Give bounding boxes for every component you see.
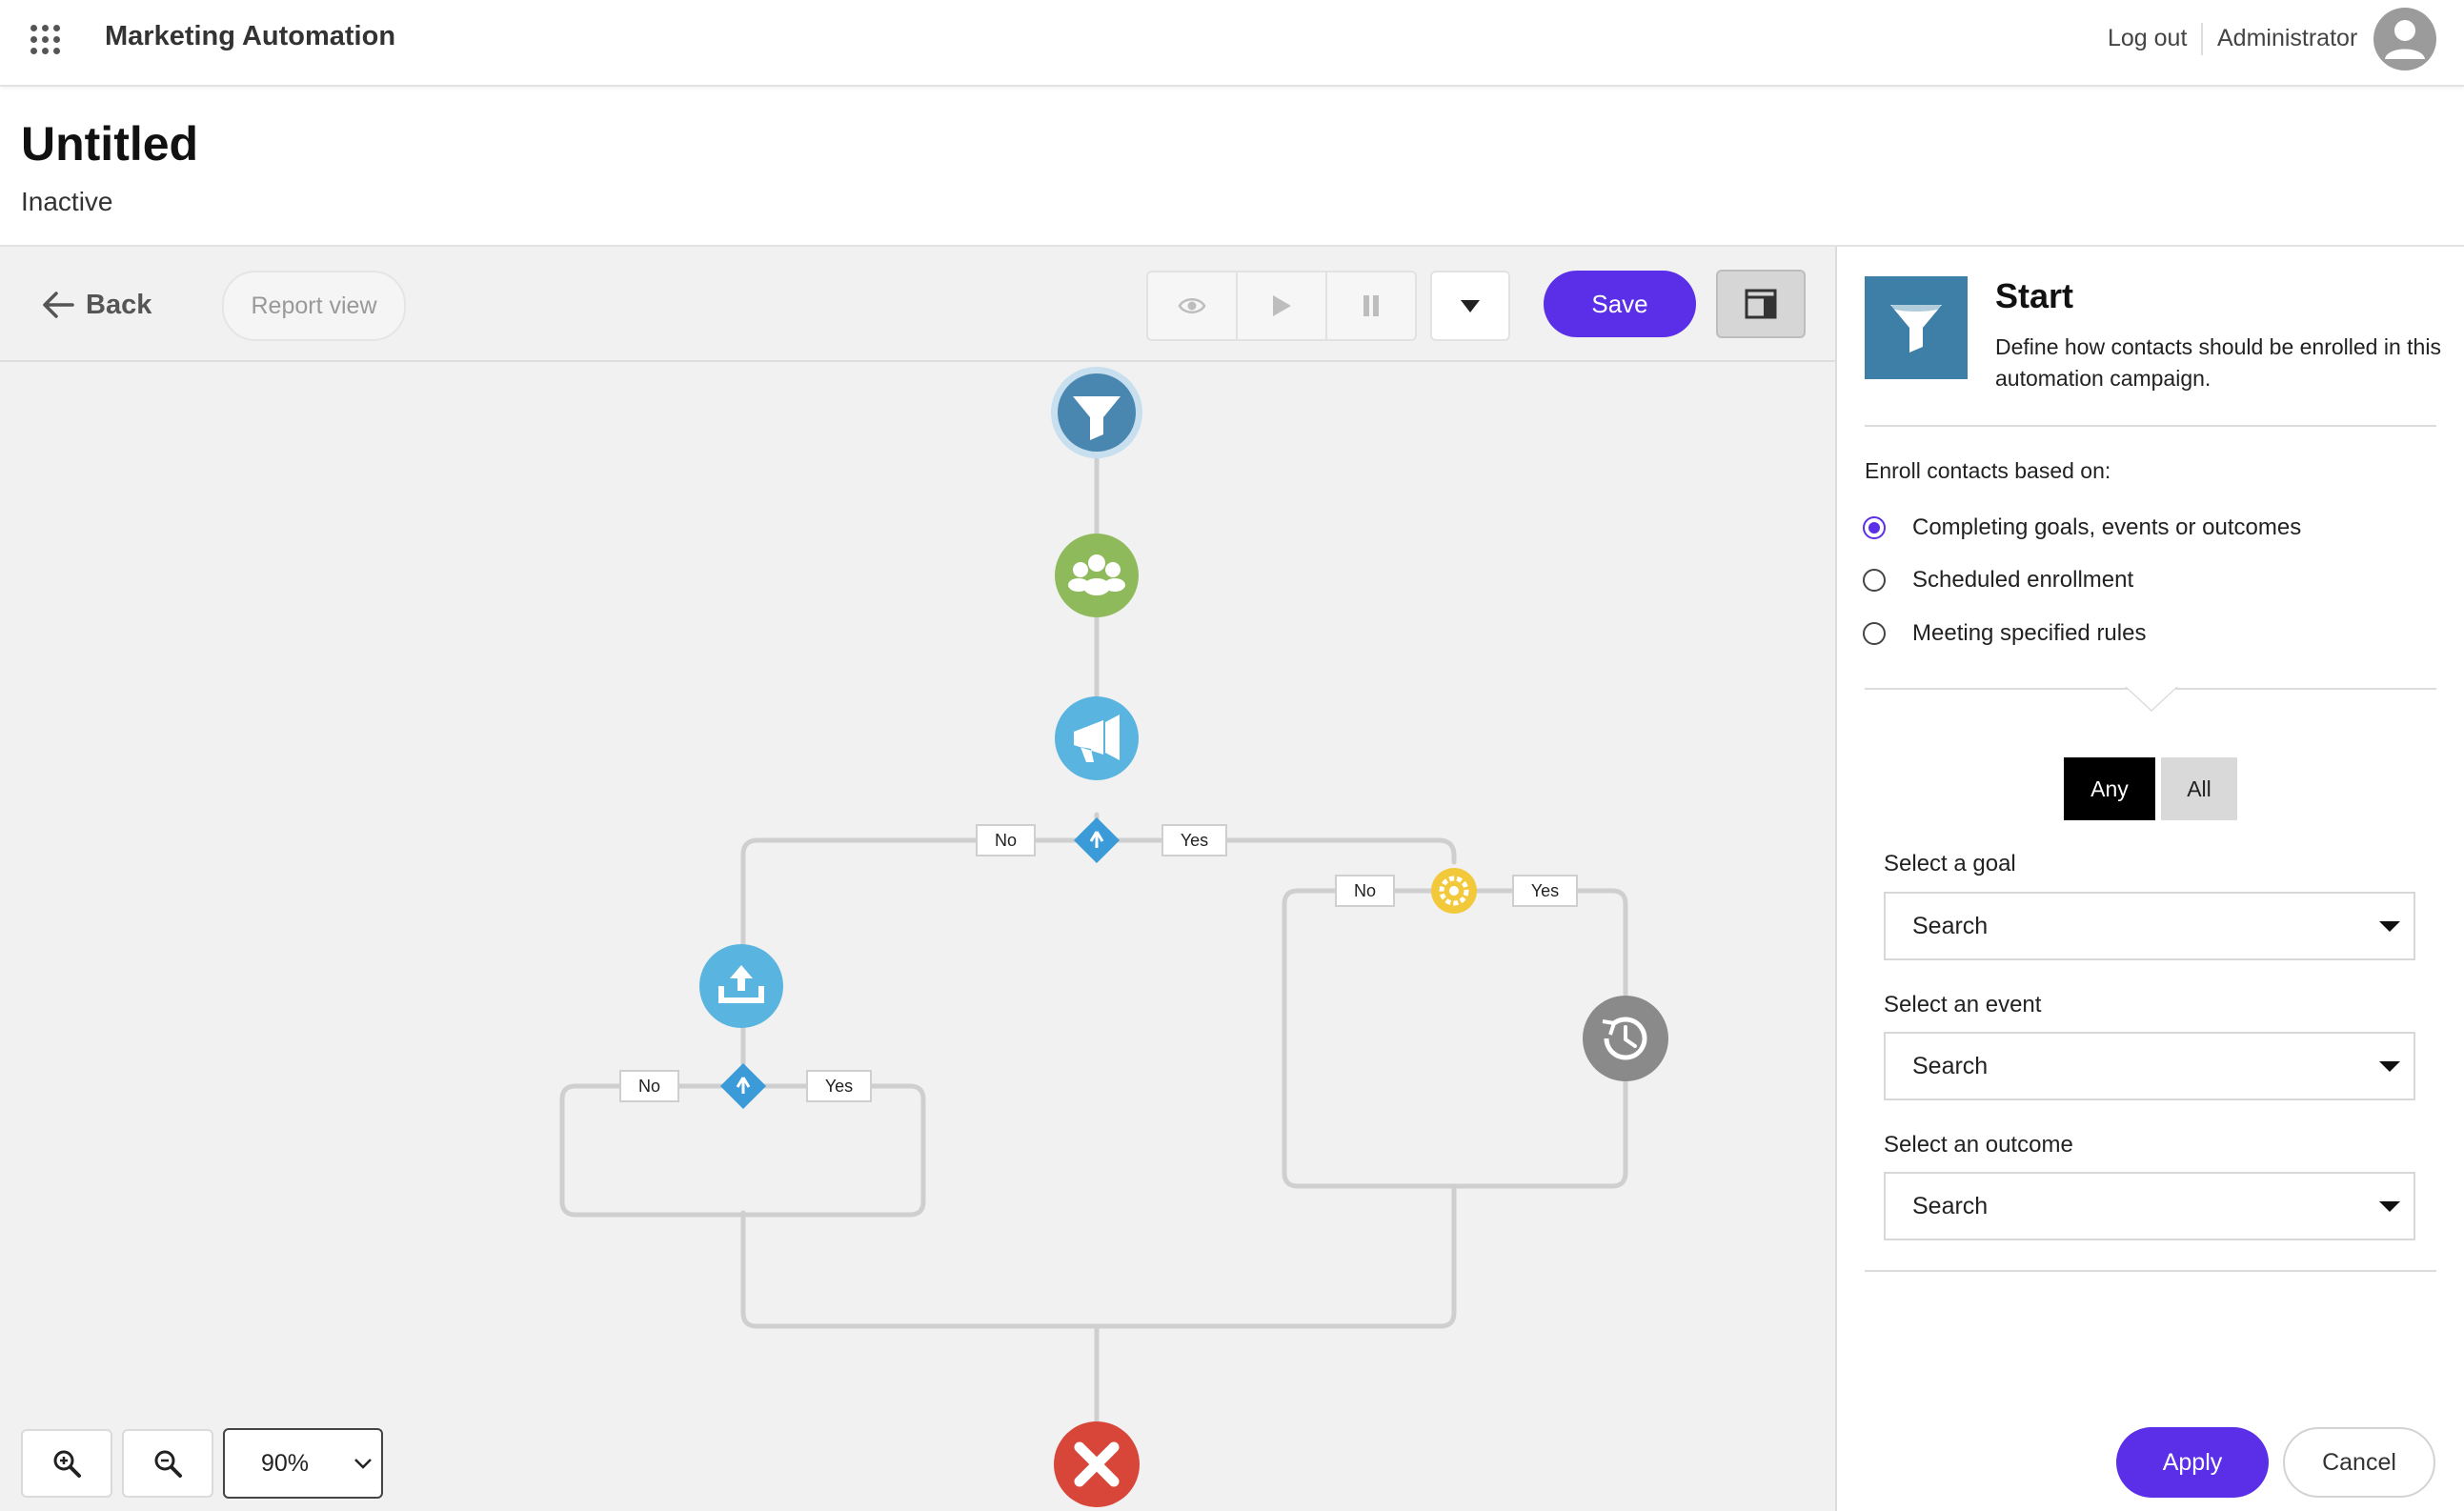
panel-description: Define how contacts should be enrolled i… <box>1995 334 2441 391</box>
back-button[interactable]: Back <box>42 286 151 324</box>
event-select-value: Search <box>1912 1052 1989 1079</box>
decision-1-yes-label[interactable]: Yes <box>1161 824 1227 856</box>
radio-scheduled-enrollment[interactable]: Scheduled enrollment <box>1863 564 2133 596</box>
zoom-level-select[interactable]: 90% <box>223 1428 383 1499</box>
top-bar: Marketing Automation Log out Administrat… <box>0 0 2464 87</box>
caret-down-icon <box>2379 1061 2400 1072</box>
zoom-in-button[interactable] <box>21 1429 112 1498</box>
toggle-all-button[interactable]: All <box>2161 757 2237 820</box>
panel-divider <box>1865 1270 2436 1272</box>
decision-1-no-label[interactable]: No <box>976 824 1036 856</box>
play-icon <box>1273 295 1291 316</box>
radio-label: Meeting specified rules <box>1912 620 2147 646</box>
panel-divider <box>1865 425 2436 427</box>
avatar[interactable] <box>2373 8 2436 71</box>
outcome-select-value: Search <box>1912 1192 1989 1219</box>
cancel-button[interactable]: Cancel <box>2283 1427 2435 1498</box>
pause-button[interactable] <box>1327 272 1415 339</box>
zoom-in-icon <box>53 1450 81 1478</box>
toolbar-divider <box>0 360 1835 362</box>
caret-down-icon <box>2379 921 2400 932</box>
event-field-label: Select an event <box>1884 992 2042 1017</box>
campaign-node[interactable] <box>1055 696 1139 780</box>
playback-controls <box>1146 271 1417 341</box>
panel-title: Start <box>1995 276 2074 315</box>
pause-icon <box>1363 295 1379 316</box>
outcome-field-label: Select an outcome <box>1884 1132 2073 1158</box>
logout-link[interactable]: Log out <box>2108 25 2187 52</box>
radio-label: Completing goals, events or outcomes <box>1912 514 2302 540</box>
radio-button[interactable] <box>1863 569 1886 592</box>
goal-select[interactable]: Search <box>1884 892 2415 960</box>
funnel-icon <box>1890 302 1942 353</box>
radio-label: Scheduled enrollment <box>1912 567 2134 593</box>
outcome-select[interactable]: Search <box>1884 1172 2415 1240</box>
enroll-label: Enroll contacts based on: <box>1865 458 2111 483</box>
radio-meeting-rules[interactable]: Meeting specified rules <box>1863 617 2146 650</box>
audience-node[interactable] <box>1055 534 1139 617</box>
goal-no-label[interactable]: No <box>1335 875 1395 907</box>
goal-node[interactable] <box>1431 868 1477 914</box>
start-node-badge <box>1865 276 1968 379</box>
eye-icon <box>1178 298 1206 313</box>
page-title: Untitled <box>21 117 199 171</box>
preview-button[interactable] <box>1148 272 1238 339</box>
play-button[interactable] <box>1238 272 1327 339</box>
radio-button-selected[interactable] <box>1863 516 1886 539</box>
zoom-level-value: 90% <box>261 1449 310 1477</box>
event-select[interactable]: Search <box>1884 1032 2415 1100</box>
app-name: Marketing Automation <box>105 21 396 51</box>
pointer-notch-inner <box>2127 687 2176 710</box>
report-view-button[interactable]: Report view <box>222 271 406 341</box>
end-node[interactable] <box>1054 1421 1140 1507</box>
chevron-down-icon <box>354 1459 372 1469</box>
decision-2-yes-label[interactable]: Yes <box>806 1070 872 1102</box>
toggle-panel-button[interactable] <box>1716 270 1806 338</box>
radio-goals-events-outcomes[interactable]: Completing goals, events or outcomes <box>1863 512 2301 544</box>
goal-select-value: Search <box>1912 912 1989 939</box>
caret-down-icon <box>1461 300 1480 312</box>
toggle-any-button[interactable]: Any <box>2064 757 2155 820</box>
radio-button[interactable] <box>1863 622 1886 645</box>
save-button[interactable]: Save <box>1544 271 1696 337</box>
export-node[interactable] <box>699 944 783 1028</box>
header-divider <box>2201 23 2203 55</box>
user-avatar-icon <box>2385 20 2425 59</box>
app-launcher-icon[interactable] <box>30 25 61 55</box>
decision-2-no-label[interactable]: No <box>619 1070 679 1102</box>
goal-yes-label[interactable]: Yes <box>1512 875 1578 907</box>
panel-layout-icon <box>1745 289 1777 319</box>
wait-node[interactable] <box>1583 996 1668 1081</box>
goal-field-label: Select a goal <box>1884 851 2016 876</box>
status-text: Inactive <box>21 187 113 216</box>
more-options-dropdown[interactable] <box>1430 271 1510 341</box>
properties-panel <box>1837 247 2464 1511</box>
caret-down-icon <box>2379 1201 2400 1212</box>
user-name[interactable]: Administrator <box>2217 25 2357 52</box>
apply-button[interactable]: Apply <box>2116 1427 2269 1498</box>
back-label: Back <box>86 289 152 320</box>
start-node[interactable] <box>1051 367 1142 458</box>
zoom-out-button[interactable] <box>122 1429 213 1498</box>
arrow-left-icon <box>43 292 74 318</box>
zoom-out-icon <box>154 1450 182 1478</box>
